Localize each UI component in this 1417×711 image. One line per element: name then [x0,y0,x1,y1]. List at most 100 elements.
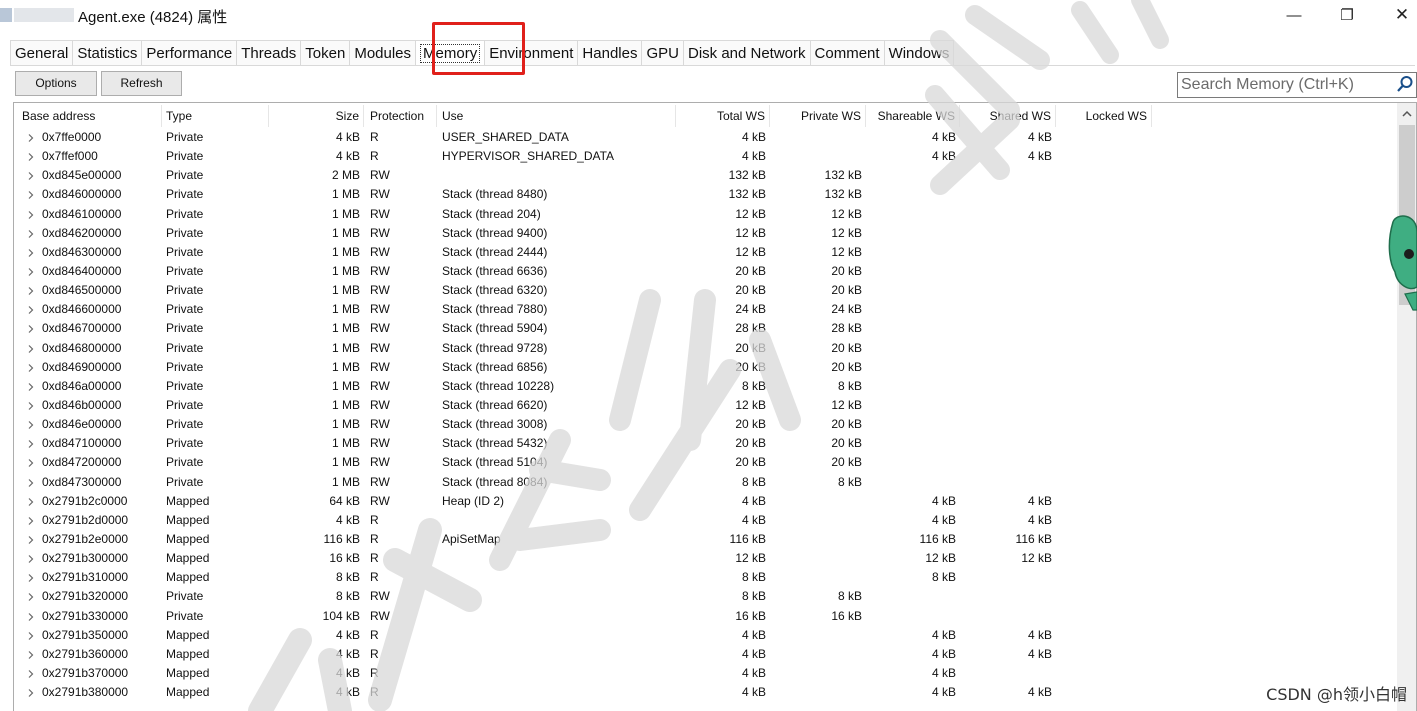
tab-comment[interactable]: Comment [809,40,884,66]
tab-gpu[interactable]: GPU [641,40,683,66]
table-row[interactable]: 0x2791b360000 Mapped 4 kB R 4 kB 4 kB 4 kB [14,645,1396,664]
chevron-right-icon[interactable] [26,133,36,143]
minimize-button[interactable]: — [1272,2,1316,28]
tab-windows[interactable]: Windows [883,40,955,66]
search-icon[interactable] [1396,75,1414,93]
chevron-right-icon[interactable] [26,171,36,181]
table-row[interactable]: 0x2791b2c0000 Mapped 64 kB RW Heap (ID 2) 4 k… [14,492,1396,511]
chevron-right-icon[interactable] [26,650,36,660]
chevron-right-icon[interactable] [26,344,36,354]
tab-threads[interactable]: Threads [236,40,301,66]
table-row[interactable]: 0xd847300000 Private 1 MB RW Stack (thread 8… [14,473,1396,492]
table-row[interactable]: 0xd846800000 Private 1 MB RW Stack (thread 9… [14,339,1396,358]
maximize-button[interactable]: ❐ [1325,2,1369,28]
chevron-right-icon[interactable] [26,210,36,220]
tab-handles[interactable]: Handles [577,40,642,66]
vertical-scrollbar[interactable] [1397,103,1417,711]
table-row[interactable]: 0xd847200000 Private 1 MB RW Stack (thread 5… [14,453,1396,472]
table-row[interactable]: 0x7ffef000 Private 4 kB R HYPERVISOR_SHARED_… [14,147,1396,166]
column-header-base-address[interactable]: Base address [18,105,162,127]
column-header-protection[interactable]: Protection [366,105,437,127]
column-header-use[interactable]: Use [438,105,676,127]
table-row[interactable]: 0x7ffe0000 Private 4 kB R USER_SHARED_DATA 4 … [14,128,1396,147]
refresh-button[interactable]: Refresh [101,71,182,96]
chevron-right-icon[interactable] [26,554,36,564]
tab-performance[interactable]: Performance [141,40,237,66]
chevron-right-icon[interactable] [26,229,36,239]
tab-memory[interactable]: Memory [415,40,485,66]
chevron-right-icon[interactable] [26,190,36,200]
table-row[interactable]: 0x2791b350000 Mapped 4 kB R 4 kB 4 kB 4 kB [14,626,1396,645]
column-header-shareable-ws[interactable]: Shareable WS [866,105,960,127]
table-row[interactable]: 0x2791b2e0000 Mapped 116 kB R ApiSetMap 116 k… [14,530,1396,549]
table-row[interactable]: 0x2791b320000 Private 8 kB RW 8 kB 8 kB [14,587,1396,606]
table-row[interactable]: 0xd846600000 Private 1 MB RW Stack (thread 7… [14,300,1396,319]
column-header-shared-ws[interactable]: Shared WS [960,105,1056,127]
table-row[interactable]: 0xd846a00000 Private 1 MB RW Stack (thread 1… [14,377,1396,396]
options-button[interactable]: Options [15,71,97,96]
redacted-process-name [14,8,74,22]
chevron-right-icon[interactable] [26,535,36,545]
chevron-right-icon[interactable] [26,688,36,698]
tab-statistics[interactable]: Statistics [72,40,142,66]
chevron-right-icon[interactable] [26,248,36,258]
table-row[interactable]: 0xd846100000 Private 1 MB RW Stack (thread 2… [14,205,1396,224]
table-row[interactable]: 0xd846200000 Private 1 MB RW Stack (thread 9… [14,224,1396,243]
cell-base-address: 0xd846e00000 [42,417,122,432]
table-row[interactable]: 0x2791b380000 Mapped 4 kB R 4 kB 4 kB 4 kB [14,683,1396,702]
tab-environment[interactable]: Environment [484,40,578,66]
cell-shareable-ws [866,396,960,415]
chevron-right-icon[interactable] [26,401,36,411]
cell-protection: RW [370,608,390,623]
tab-general[interactable]: General [10,40,73,66]
table-row[interactable]: 0xd846400000 Private 1 MB RW Stack (thread 6… [14,262,1396,281]
chevron-right-icon[interactable] [26,458,36,468]
cell-type: Mapped [166,627,210,642]
chevron-right-icon[interactable] [26,497,36,507]
table-row[interactable]: 0xd846500000 Private 1 MB RW Stack (thread 6… [14,281,1396,300]
chevron-right-icon[interactable] [26,324,36,334]
scroll-up-arrow-icon[interactable] [1397,105,1417,123]
chevron-right-icon[interactable] [26,382,36,392]
tab-token[interactable]: Token [300,40,350,66]
search-input[interactable] [1178,73,1388,97]
chevron-right-icon[interactable] [26,305,36,315]
table-row[interactable]: 0x2791b2d0000 Mapped 4 kB R 4 kB 4 kB 4 kB [14,511,1396,530]
table-row[interactable]: 0xd847100000 Private 1 MB RW Stack (thread 5… [14,434,1396,453]
chevron-right-icon[interactable] [26,573,36,583]
column-header-locked-ws[interactable]: Locked WS [1056,105,1152,127]
cell-total-ws: 4 kB [741,665,766,680]
chevron-right-icon[interactable] [26,267,36,277]
chevron-right-icon[interactable] [26,363,36,373]
column-header-private-ws[interactable]: Private WS [770,105,866,127]
cell-use: Stack (thread 6856) [442,359,548,374]
column-header-size[interactable]: Size [269,105,364,127]
table-row[interactable]: 0xd846300000 Private 1 MB RW Stack (thread 2… [14,243,1396,262]
chevron-right-icon[interactable] [26,612,36,622]
chevron-right-icon[interactable] [26,516,36,526]
column-header-total-ws[interactable]: Total WS [674,105,770,127]
chevron-right-icon[interactable] [26,420,36,430]
table-row[interactable]: 0x2791b330000 Private 104 kB RW 16 kB 16 kB [14,607,1396,626]
column-header-type[interactable]: Type [162,105,269,127]
table-row[interactable]: 0x2791b300000 Mapped 16 kB R 12 kB 12 kB 12 kB [14,549,1396,568]
chevron-right-icon[interactable] [26,592,36,602]
tab-disk-and-network[interactable]: Disk and Network [682,40,810,66]
table-row[interactable]: 0xd845e00000 Private 2 MB RW 132 kB 132 kB [14,166,1396,185]
table-row[interactable]: 0x2791b310000 Mapped 8 kB R 8 kB 8 kB [14,568,1396,587]
close-button[interactable]: ✕ [1380,2,1417,28]
table-row[interactable]: 0xd846e00000 Private 1 MB RW Stack (thread 3… [14,415,1396,434]
chevron-right-icon[interactable] [26,669,36,679]
chevron-right-icon[interactable] [26,152,36,162]
table-row[interactable]: 0xd846b00000 Private 1 MB RW Stack (thread 6… [14,396,1396,415]
table-row[interactable]: 0xd846000000 Private 1 MB RW Stack (thread 8… [14,185,1396,204]
tab-modules[interactable]: Modules [349,40,416,66]
chevron-right-icon[interactable] [26,478,36,488]
chevron-right-icon[interactable] [26,286,36,296]
chevron-right-icon[interactable] [26,631,36,641]
table-row[interactable]: 0xd846900000 Private 1 MB RW Stack (thread 6… [14,358,1396,377]
cell-shareable-ws [866,205,960,224]
table-row[interactable]: 0x2791b370000 Mapped 4 kB R 4 kB 4 kB [14,664,1396,683]
chevron-right-icon[interactable] [26,439,36,449]
table-row[interactable]: 0xd846700000 Private 1 MB RW Stack (thread 5… [14,319,1396,338]
